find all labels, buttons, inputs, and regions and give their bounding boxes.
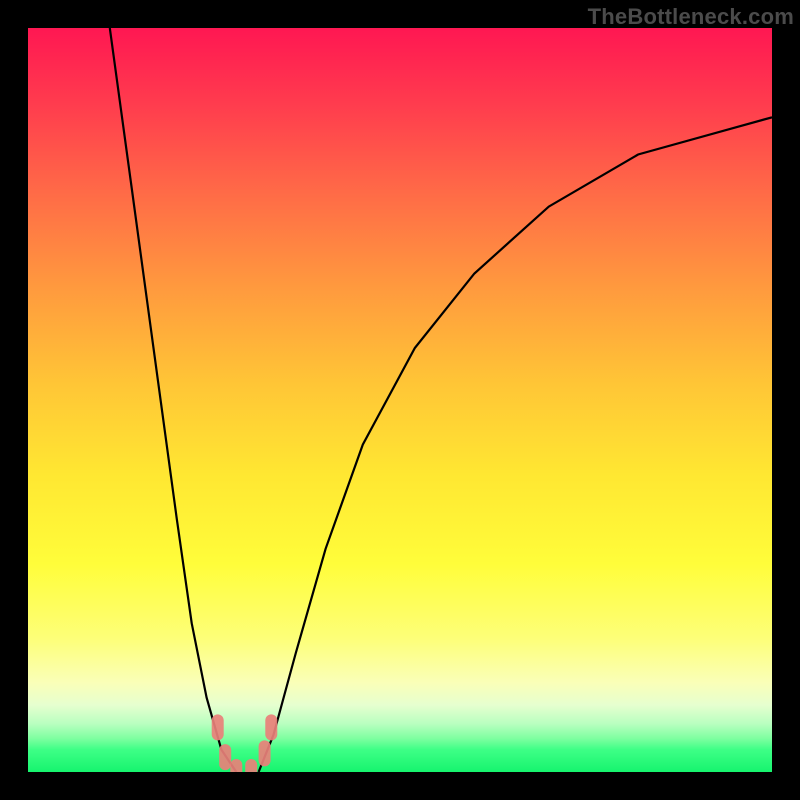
chart-frame: TheBottleneck.com — [0, 0, 800, 800]
curve-marker — [245, 759, 257, 772]
curve-marker — [259, 740, 271, 766]
curve-marker — [219, 744, 231, 770]
curve-marker — [212, 714, 224, 740]
bottleneck-curve — [28, 28, 772, 772]
curve-markers — [212, 714, 278, 772]
plot-area — [28, 28, 772, 772]
curve-marker — [265, 714, 277, 740]
curve-right-branch — [259, 117, 772, 772]
attribution-watermark: TheBottleneck.com — [588, 4, 794, 30]
curve-marker — [230, 759, 242, 772]
curve-left-branch — [110, 28, 237, 772]
